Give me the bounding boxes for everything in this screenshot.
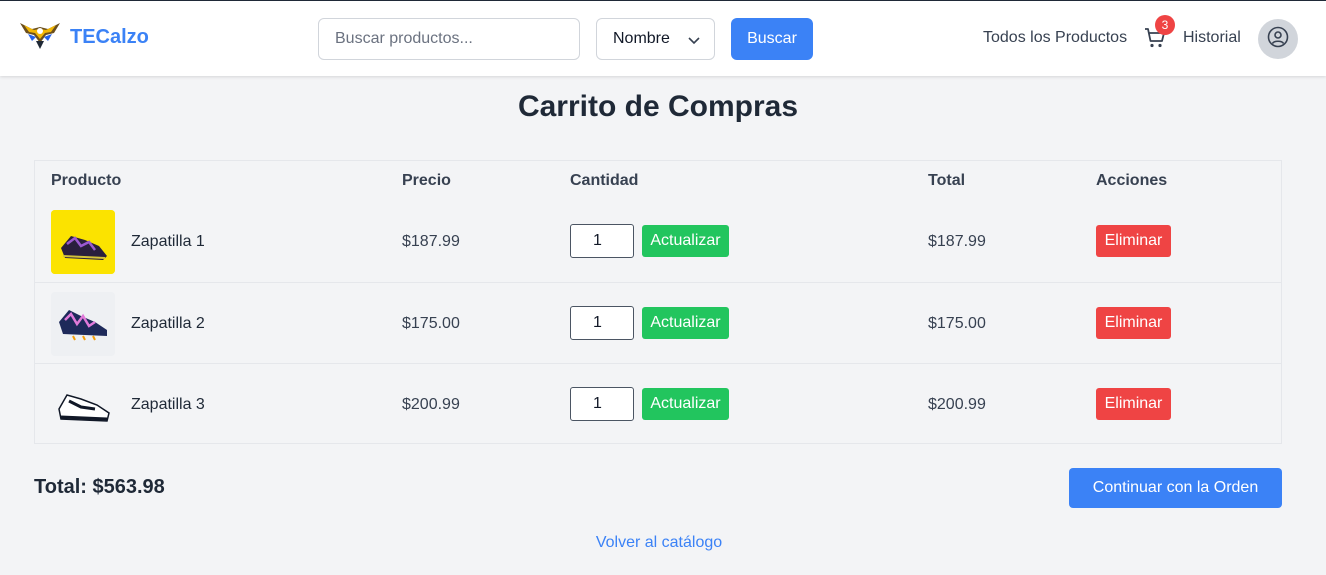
page-title: Carrito de Compras (517, 90, 799, 123)
sort-select-value: Nombre (613, 30, 670, 47)
search-input[interactable] (318, 18, 580, 60)
product-price: $187.99 (402, 233, 460, 250)
product-price: $200.99 (402, 396, 460, 413)
cart-table: Producto Precio Cantidad Total Acciones … (34, 160, 1282, 444)
update-button[interactable]: Actualizar (642, 225, 729, 257)
update-button[interactable]: Actualizar (642, 388, 729, 420)
user-avatar[interactable] (1258, 19, 1298, 59)
brand-name[interactable]: TECalzo (70, 26, 149, 49)
column-header-quantity: Cantidad (570, 172, 639, 189)
table-row: Zapatilla 2 $175.00 Actualizar $175.00 E… (35, 282, 1281, 363)
column-header-price: Precio (402, 172, 451, 189)
product-image[interactable] (51, 210, 115, 274)
continue-order-button[interactable]: Continuar con la Orden (1069, 468, 1282, 508)
back-to-catalog-link[interactable]: Volver al catálogo (0, 534, 1318, 552)
nav-all-products[interactable]: Todos los Productos (983, 29, 1127, 47)
product-name: Zapatilla 3 (131, 396, 205, 413)
line-total: $175.00 (928, 315, 986, 332)
product-name: Zapatilla 1 (131, 233, 205, 250)
product-image[interactable] (51, 292, 115, 356)
sort-select[interactable]: Nombre (596, 18, 715, 60)
search-button[interactable]: Buscar (731, 18, 813, 60)
table-row: Zapatilla 3 $200.99 Actualizar $200.99 E… (35, 363, 1281, 444)
product-price: $175.00 (402, 315, 460, 332)
column-header-actions: Acciones (1096, 172, 1168, 189)
cart-count-badge: 3 (1155, 15, 1175, 35)
line-total: $187.99 (928, 233, 986, 250)
table-row: Zapatilla 1 $187.99 Actualizar $187.99 E… (35, 201, 1281, 282)
user-circle-icon (1267, 26, 1289, 53)
delete-button[interactable]: Eliminar (1096, 307, 1171, 339)
product-image[interactable] (51, 373, 115, 437)
quantity-input[interactable] (570, 224, 634, 258)
cart-grand-total: Total: $563.98 (34, 476, 165, 498)
quantity-input[interactable] (570, 306, 634, 340)
delete-button[interactable]: Eliminar (1096, 225, 1171, 257)
navbar: TECalzo Nombre Buscar Todos los Producto… (0, 0, 1326, 76)
update-button[interactable]: Actualizar (642, 307, 729, 339)
nav-history[interactable]: Historial (1183, 29, 1241, 47)
quantity-input[interactable] (570, 387, 634, 421)
chevron-down-icon (687, 33, 701, 47)
product-name: Zapatilla 2 (131, 315, 205, 332)
line-total: $200.99 (928, 396, 986, 413)
delete-button[interactable]: Eliminar (1096, 388, 1171, 420)
column-header-product: Producto (51, 172, 122, 189)
logo-icon[interactable] (18, 19, 62, 51)
column-header-total: Total (928, 172, 966, 189)
